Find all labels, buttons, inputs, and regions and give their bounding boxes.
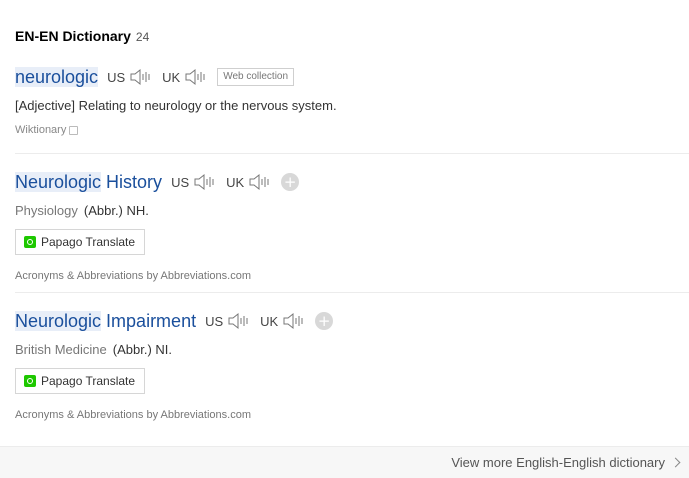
definition-line: British Medicine (Abbr.) NI. xyxy=(15,342,689,357)
us-pronunciation: US xyxy=(171,173,217,191)
entry-word-link[interactable]: Neurologic History xyxy=(15,171,163,193)
word-highlight: Neurologic xyxy=(15,171,102,192)
dictionary-section-header: EN-EN Dictionary 24 xyxy=(15,28,149,44)
papago-translate-button[interactable]: Papago Translate xyxy=(15,368,146,394)
chevron-right-icon xyxy=(670,457,681,468)
papago-icon xyxy=(24,375,36,387)
definition: (Abbr.) NH. xyxy=(83,203,149,218)
translate-label: Papago Translate xyxy=(41,235,136,249)
view-more-link[interactable]: View more English-English dictionary xyxy=(451,455,681,470)
definition: (Abbr.) NI. xyxy=(112,342,173,357)
entry-word-link[interactable]: neurologic xyxy=(15,66,99,88)
us-pronunciation: US xyxy=(205,312,251,330)
uk-pronunciation: UK xyxy=(162,68,208,86)
external-link-icon[interactable] xyxy=(69,125,79,135)
us-label: US xyxy=(205,313,224,329)
definition: [Adjective] Relating to neurology or the… xyxy=(15,98,337,113)
definition-line: Physiology (Abbr.) NH. xyxy=(15,203,689,218)
divider xyxy=(15,292,689,293)
speaker-icon[interactable] xyxy=(129,68,153,86)
papago-icon xyxy=(24,236,36,248)
entry-header: neurologic US UK Web collection xyxy=(15,64,689,90)
field-label: Physiology xyxy=(15,203,78,218)
speaker-icon[interactable] xyxy=(184,68,208,86)
papago-translate-button[interactable]: Papago Translate xyxy=(15,229,146,255)
footer: View more English-English dictionary xyxy=(0,446,689,478)
uk-pronunciation: UK xyxy=(226,173,272,191)
plus-icon[interactable]: + xyxy=(315,312,334,330)
field-label: British Medicine xyxy=(15,342,107,357)
section-title: EN-EN Dictionary xyxy=(15,28,131,44)
uk-label: UK xyxy=(226,174,245,190)
uk-pronunciation: UK xyxy=(260,312,306,330)
dictionary-entry: Neurologic History US UK + Physiology (A… xyxy=(15,169,689,282)
speaker-icon[interactable] xyxy=(193,173,217,191)
view-more-label: View more English-English dictionary xyxy=(451,455,665,470)
speaker-icon[interactable] xyxy=(227,312,251,330)
divider xyxy=(15,153,689,154)
source-label: Wiktionary xyxy=(15,124,67,136)
us-label: US xyxy=(107,69,126,85)
us-pronunciation: US xyxy=(107,68,153,86)
dictionary-entry: neurologic US UK Web collection [Adjecti… xyxy=(15,64,689,136)
web-collection-tag[interactable]: Web collection xyxy=(217,68,295,86)
speaker-icon[interactable] xyxy=(248,173,272,191)
us-label: US xyxy=(171,174,190,190)
uk-label: UK xyxy=(260,313,279,329)
speaker-icon[interactable] xyxy=(282,312,306,330)
uk-label: UK xyxy=(162,69,181,85)
word-rest: Impairment xyxy=(101,310,197,331)
dictionary-entry: Neurologic Impairment US UK + British Me… xyxy=(15,308,689,421)
word-highlight: neurologic xyxy=(15,66,99,87)
source: Wiktionary xyxy=(15,124,689,136)
word-rest: History xyxy=(101,171,163,192)
source[interactable]: Acronyms & Abbreviations by Abbreviation… xyxy=(15,409,689,421)
entry-word-link[interactable]: Neurologic Impairment xyxy=(15,310,197,332)
result-count: 24 xyxy=(135,30,150,44)
entry-header: Neurologic History US UK + xyxy=(15,169,689,195)
entry-header: Neurologic Impairment US UK + xyxy=(15,308,689,334)
translate-label: Papago Translate xyxy=(41,374,136,388)
word-highlight: Neurologic xyxy=(15,310,102,331)
source[interactable]: Acronyms & Abbreviations by Abbreviation… xyxy=(15,270,689,282)
plus-icon[interactable]: + xyxy=(281,173,300,191)
